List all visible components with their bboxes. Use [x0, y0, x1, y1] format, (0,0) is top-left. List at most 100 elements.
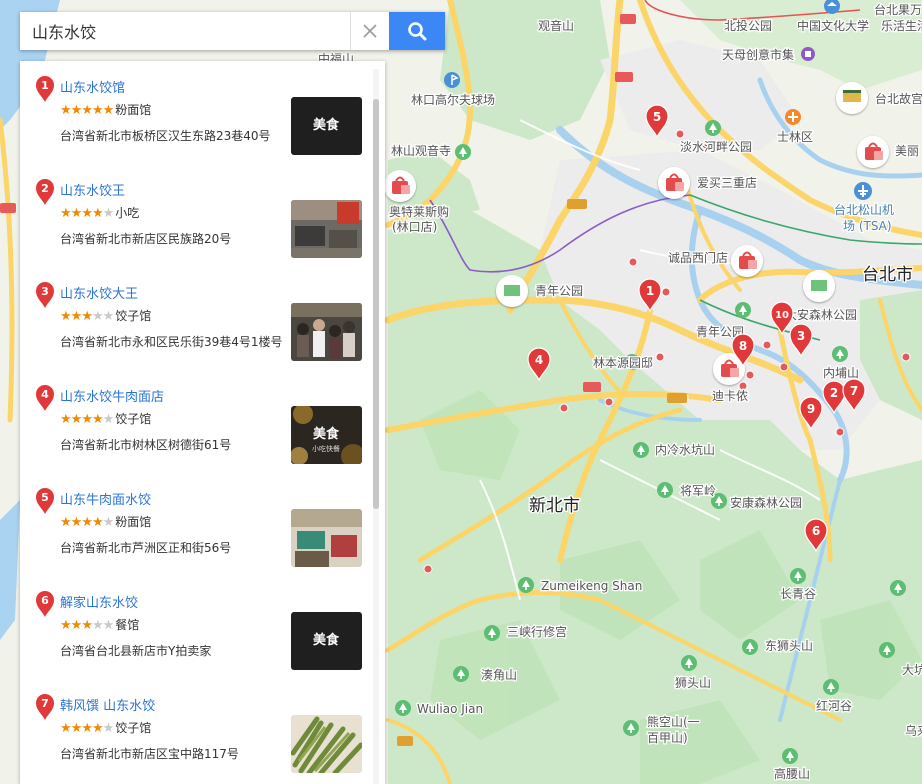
park-icon — [782, 748, 798, 764]
result-photo[interactable] — [291, 509, 362, 567]
result-category: 小吃 — [115, 206, 140, 220]
result-item[interactable]: 6 解家山东水饺 ★★★★★ 餐馆 台湾省台北县新店市Y拍卖家 美食 — [20, 576, 370, 676]
poi-dot[interactable] — [762, 340, 772, 350]
close-icon — [363, 24, 377, 38]
shopping-icon — [731, 245, 763, 277]
search-bar — [20, 12, 445, 50]
park-icon — [742, 639, 758, 655]
hospital-icon — [785, 109, 801, 125]
map-label: 湊角山 — [481, 668, 517, 682]
marker-number: 1 — [41, 79, 49, 92]
map-label: 观音山 — [538, 18, 574, 33]
result-name[interactable]: 山东水饺大王 — [60, 283, 138, 302]
poi-dot[interactable] — [661, 287, 671, 297]
result-name[interactable]: 山东水饺馆 — [60, 77, 125, 96]
result-address: 台湾省新北市永和区民乐街39巷4号1楼号 — [60, 335, 283, 349]
scrollbar[interactable] — [373, 69, 379, 784]
map-label: 东狮头山 — [765, 639, 813, 653]
marker-number: 5 — [653, 110, 661, 124]
museum-icon — [836, 82, 868, 114]
result-name[interactable]: 山东水饺牛肉面店 — [60, 386, 164, 405]
poi-dot[interactable] — [423, 564, 433, 574]
result-category: 粉面馆 — [115, 515, 152, 529]
poi-dot[interactable] — [835, 427, 845, 437]
result-item[interactable]: 2 山东水饺王 ★★★★★ 小吃 台湾省新北市新店区民族路20号 — [20, 164, 370, 264]
result-item[interactable]: 4 山东水饺牛肉面店 ★★★★★ 饺子馆 台湾省新北市树林区树德街61号 美食 小… — [20, 370, 370, 470]
marker-number: 8 — [739, 339, 747, 353]
poi-dot[interactable] — [604, 397, 614, 407]
scrollbar-thumb[interactable] — [373, 99, 379, 509]
map-label: 北投公园 — [724, 18, 772, 33]
result-category: 餐馆 — [115, 618, 140, 632]
result-photo[interactable]: 美食 — [291, 612, 362, 670]
map-label: 大安森林公园 — [785, 307, 857, 322]
result-name[interactable]: 韩风馔 山东水饺 — [60, 695, 155, 714]
result-item[interactable]: 5 山东牛肉面水饺 ★★★★★ 粉面馆 台湾省新北市芦洲区正和街56号 — [20, 473, 370, 573]
map-label: 美丽 — [895, 144, 919, 158]
result-photo[interactable] — [291, 303, 362, 361]
search-icon — [408, 22, 427, 41]
result-rating: ★★★★★ 饺子馆 — [60, 410, 151, 427]
poi-dot[interactable] — [628, 257, 638, 267]
map-label: 淡水河畔公园 — [680, 140, 752, 154]
park-icon — [705, 120, 721, 136]
poi-dot[interactable] — [901, 352, 911, 362]
result-rating: ★★★★★ 小吃 — [60, 204, 139, 221]
result-item[interactable]: 3 山东水饺大王 ★★★★★ 饺子馆 台湾省新北市永和区民乐街39巷4号1楼号 — [20, 267, 370, 367]
result-name[interactable]: 解家山东水饺 — [60, 592, 138, 611]
shopping-icon — [857, 136, 889, 168]
map-label: 将军岭 — [680, 484, 716, 498]
poi-dot[interactable] — [559, 403, 569, 413]
result-photo[interactable] — [291, 200, 362, 258]
park-icon — [823, 679, 839, 695]
art-market-icon — [801, 47, 815, 61]
park-icon — [879, 642, 895, 658]
map-label: 内埔山 — [823, 366, 859, 380]
star-rating-icon: ★★★★★ — [60, 412, 114, 427]
result-photo[interactable] — [291, 715, 362, 773]
airport-icon — [854, 182, 872, 200]
marker-number: 5 — [41, 491, 49, 504]
result-item[interactable]: 1 山东水饺馆 ★★★★★ 粉面馆 台湾省新北市板桥区汉生东路23巷40号 美食 — [20, 61, 370, 161]
photo-caption: 美食 — [313, 117, 340, 133]
map-label: Wuliao Jian — [417, 702, 483, 716]
map-label: 安康森林公园 — [730, 495, 802, 510]
shopping-icon — [384, 170, 416, 202]
map-label: 熊空山(一 — [647, 714, 700, 729]
marker-number: 2 — [830, 386, 838, 400]
star-rating-icon: ★★★★★ — [60, 721, 114, 736]
map-label: 林本源园邸 — [593, 356, 653, 370]
result-name[interactable]: 山东牛肉面水饺 — [60, 489, 151, 508]
clear-button[interactable] — [350, 12, 389, 50]
map-label: 林口高尔夫球场 — [411, 92, 495, 107]
marker-number: 9 — [807, 402, 815, 416]
map-label: 青年公园 — [535, 284, 583, 298]
result-address: 台湾省新北市板桥区汉生东路23巷40号 — [60, 129, 271, 143]
marker-number: 6 — [812, 524, 820, 538]
result-category: 饺子馆 — [115, 412, 152, 426]
poi-dot[interactable] — [655, 352, 665, 362]
map-label: 台北故宫 — [875, 91, 922, 106]
search-button[interactable] — [389, 12, 445, 50]
result-item[interactable]: 7 韩风馔 山东水饺 ★★★★★ 饺子馆 台湾省新北市新店区宝中路117号 — [20, 679, 370, 779]
result-rating: ★★★★★ 餐馆 — [60, 616, 139, 633]
marker-number: 3 — [797, 329, 805, 343]
search-input[interactable] — [20, 12, 350, 50]
map-marker-icon: 3 — [36, 282, 54, 308]
map-label: 红河谷 — [816, 698, 852, 713]
poi-dot[interactable] — [779, 362, 789, 372]
result-category: 粉面馆 — [115, 103, 152, 117]
result-photo[interactable]: 美食 — [291, 97, 362, 155]
poi-dot[interactable] — [675, 129, 685, 139]
map-label: 台北松山机 — [834, 202, 894, 217]
map-label: 长青谷 — [780, 587, 816, 601]
photo-caption: 美食 — [313, 426, 340, 442]
map-marker-icon: 5 — [36, 488, 54, 514]
park-icon — [395, 700, 411, 716]
map-label: 士林区 — [777, 130, 813, 144]
result-name[interactable]: 山东水饺王 — [60, 180, 125, 199]
poi-dot[interactable] — [745, 370, 755, 380]
result-photo[interactable]: 美食 小吃快餐 — [291, 406, 362, 464]
result-rating: ★★★★★ 饺子馆 — [60, 719, 151, 736]
star-rating-icon: ★★★★★ — [60, 206, 114, 221]
